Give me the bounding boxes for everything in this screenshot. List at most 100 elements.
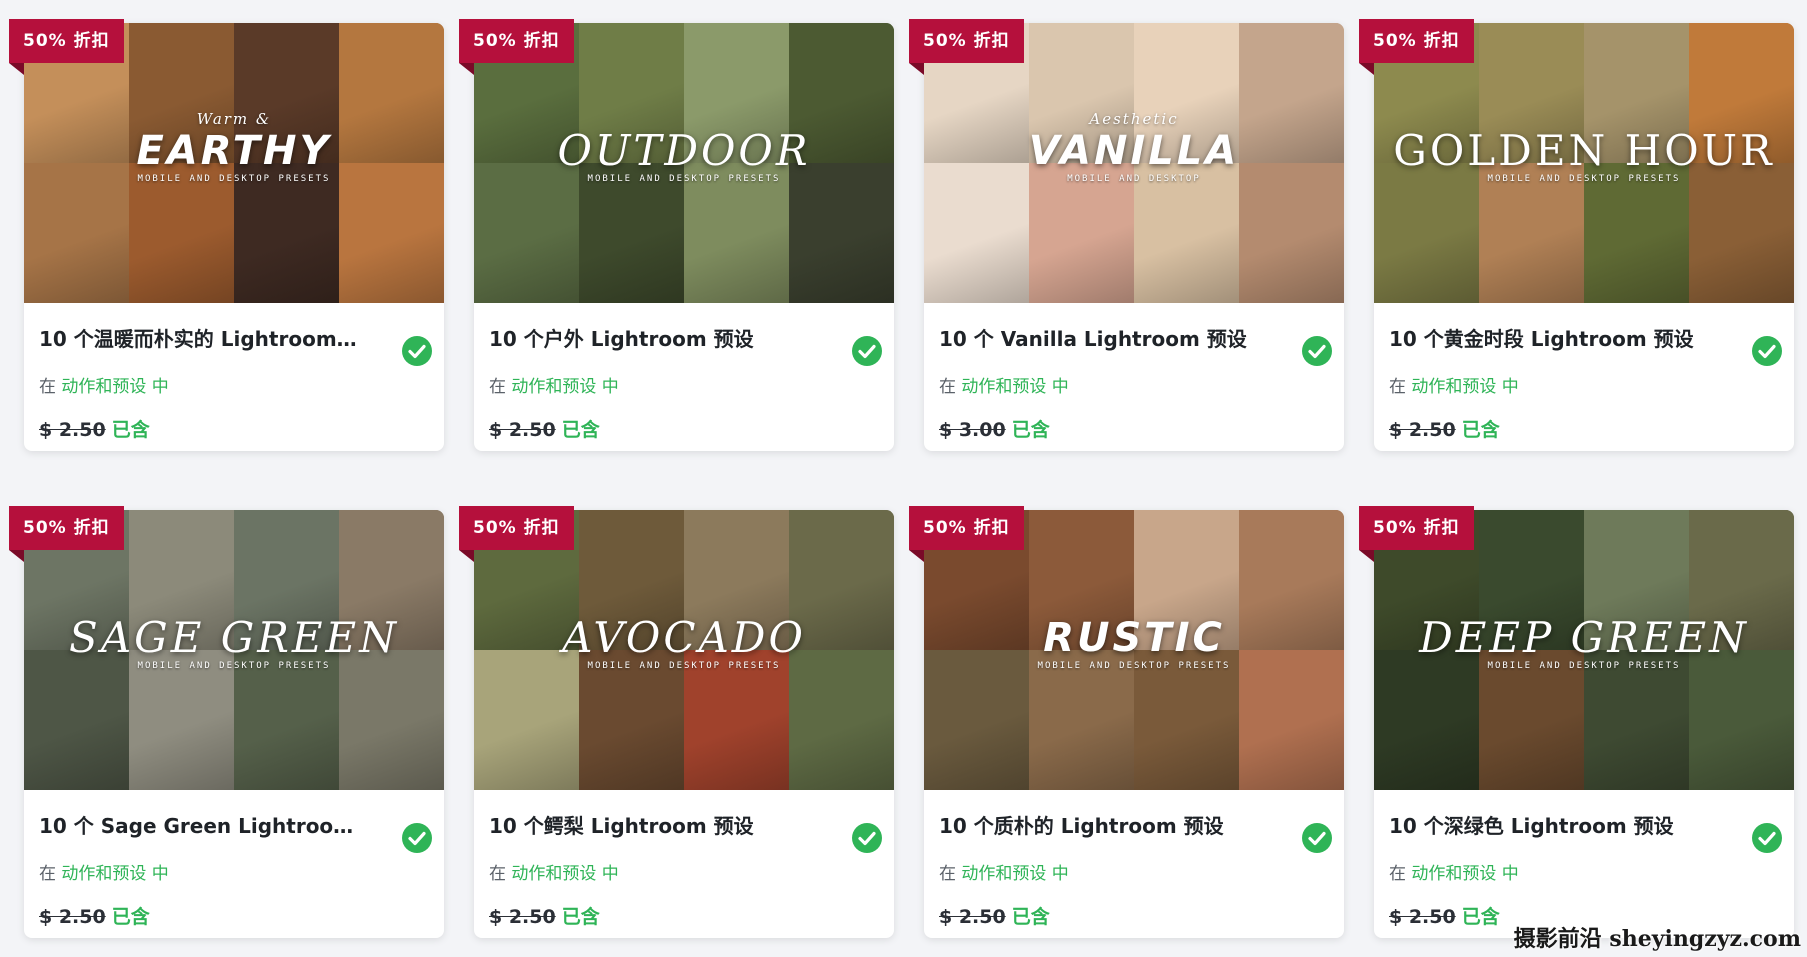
- product-category: 在 动作和预设 中: [939, 375, 1329, 399]
- photo-tile: [579, 650, 684, 790]
- photo-tile: [234, 163, 339, 303]
- product-price: $ 2.50 已含: [489, 417, 879, 443]
- product-card[interactable]: 50% 折扣 DEEP GREEN MOBILE AND DESKTOP PRE…: [1359, 506, 1794, 938]
- photo-tile: [1239, 163, 1344, 303]
- product-card[interactable]: 50% 折扣 OUTDOOR MOBILE AND DESKTOP PRESET…: [459, 19, 894, 451]
- card-info: 10 个户外 Lightroom 预设 在 动作和预设 中 $ 2.50 已含: [474, 325, 894, 443]
- category-link[interactable]: 动作和预设 中: [511, 377, 618, 397]
- product-thumbnail[interactable]: RUSTIC MOBILE AND DESKTOP PRESETS: [924, 510, 1344, 790]
- product-thumbnail[interactable]: AVOCADO MOBILE AND DESKTOP PRESETS: [474, 510, 894, 790]
- old-price: $ 3.00: [939, 419, 1006, 441]
- photo-tile: [1134, 23, 1239, 163]
- category-link[interactable]: 动作和预设 中: [511, 864, 618, 884]
- included-label: 已含: [111, 906, 150, 928]
- check-circle-icon: [852, 336, 882, 366]
- category-prefix: 在: [1389, 864, 1412, 884]
- photo-tile: [579, 510, 684, 650]
- check-circle-icon: [1752, 336, 1782, 366]
- product-price: $ 3.00 已含: [939, 417, 1329, 443]
- photo-tile: [129, 23, 234, 163]
- discount-badge: 50% 折扣: [909, 506, 1024, 562]
- photo-tile: [474, 650, 579, 790]
- photo-tile: [1584, 23, 1689, 163]
- photo-tile: [789, 23, 894, 163]
- card-info: 10 个黄金时段 Lightroom 预设 在 动作和预设 中 $ 2.50 已含: [1374, 325, 1794, 443]
- photo-tile: [339, 163, 444, 303]
- category-link[interactable]: 动作和预设 中: [61, 864, 168, 884]
- included-label: 已含: [111, 419, 150, 441]
- product-card[interactable]: 50% 折扣 GOLDEN HOUR MOBILE AND DESKTOP PR…: [1359, 19, 1794, 451]
- photo-tile: [1689, 23, 1794, 163]
- product-card[interactable]: 50% 折扣 AVOCADO MOBILE AND DESKTOP PRESET…: [459, 506, 894, 938]
- product-title[interactable]: 10 个深绿色 Lightroom 预设: [1389, 812, 1709, 840]
- product-thumbnail[interactable]: SAGE GREEN MOBILE AND DESKTOP PRESETS: [24, 510, 444, 790]
- category-prefix: 在: [489, 864, 512, 884]
- product-card[interactable]: 50% 折扣 SAGE GREEN MOBILE AND DESKTOP PRE…: [9, 506, 444, 938]
- product-category: 在 动作和预设 中: [489, 862, 879, 886]
- photo-tile: [1479, 163, 1584, 303]
- photo-tile: [339, 650, 444, 790]
- photo-tile: [924, 650, 1029, 790]
- photo-tile: [1584, 163, 1689, 303]
- category-link[interactable]: 动作和预设 中: [61, 377, 168, 397]
- photo-tile: [1029, 163, 1134, 303]
- category-link[interactable]: 动作和预设 中: [961, 864, 1068, 884]
- check-circle-icon: [402, 336, 432, 366]
- photo-tile: [339, 510, 444, 650]
- check-circle-icon: [402, 823, 432, 853]
- product-price: $ 2.50 已含: [39, 417, 429, 443]
- photo-tile: [789, 510, 894, 650]
- category-prefix: 在: [939, 377, 962, 397]
- product-title[interactable]: 10 个 Vanilla Lightroom 预设: [939, 325, 1259, 353]
- product-title[interactable]: 10 个户外 Lightroom 预设: [489, 325, 809, 353]
- photo-tile: [924, 163, 1029, 303]
- category-link[interactable]: 动作和预设 中: [1411, 864, 1518, 884]
- photo-tile: [1584, 650, 1689, 790]
- product-category: 在 动作和预设 中: [489, 375, 879, 399]
- product-grid: 50% 折扣 Warm & EARTHY MOBILE AND DESKTOP …: [9, 19, 1794, 938]
- included-label: 已含: [1461, 906, 1500, 928]
- old-price: $ 2.50: [1389, 419, 1456, 441]
- product-card[interactable]: 50% 折扣 RUSTIC MOBILE AND DESKTOP PRESETS…: [909, 506, 1344, 938]
- product-title[interactable]: 10 个黄金时段 Lightroom 预设: [1389, 325, 1709, 353]
- included-label: 已含: [1461, 419, 1500, 441]
- product-thumbnail[interactable]: Aesthetic VANILLA MOBILE AND DESKTOP: [924, 23, 1344, 303]
- product-thumbnail[interactable]: DEEP GREEN MOBILE AND DESKTOP PRESETS: [1374, 510, 1794, 790]
- included-label: 已含: [1011, 419, 1050, 441]
- product-title[interactable]: 10 个质朴的 Lightroom 预设: [939, 812, 1259, 840]
- product-price: $ 2.50 已含: [39, 904, 429, 930]
- photo-tile: [129, 650, 234, 790]
- product-card[interactable]: 50% 折扣 Aesthetic VANILLA MOBILE AND DESK…: [909, 19, 1344, 451]
- photo-tile: [789, 650, 894, 790]
- category-link[interactable]: 动作和预设 中: [1411, 377, 1518, 397]
- product-thumbnail[interactable]: Warm & EARTHY MOBILE AND DESKTOP PRESETS: [24, 23, 444, 303]
- card-info: 10 个温暖而朴实的 Lightroom ... 在 动作和预设 中 $ 2.5…: [24, 325, 444, 443]
- photo-tile: [684, 23, 789, 163]
- old-price: $ 2.50: [1389, 906, 1456, 928]
- photo-tile: [1689, 163, 1794, 303]
- photo-tile: [1239, 650, 1344, 790]
- product-title[interactable]: 10 个 Sage Green Lightroom ...: [39, 812, 359, 840]
- product-title[interactable]: 10 个鳄梨 Lightroom 预设: [489, 812, 809, 840]
- product-thumbnail[interactable]: GOLDEN HOUR MOBILE AND DESKTOP PRESETS: [1374, 23, 1794, 303]
- card-info: 10 个 Sage Green Lightroom ... 在 动作和预设 中 …: [24, 812, 444, 930]
- photo-tile: [474, 163, 579, 303]
- old-price: $ 2.50: [939, 906, 1006, 928]
- card-info: 10 个质朴的 Lightroom 预设 在 动作和预设 中 $ 2.50 已含: [924, 812, 1344, 930]
- card-info: 10 个深绿色 Lightroom 预设 在 动作和预设 中 $ 2.50 已含: [1374, 812, 1794, 930]
- category-link[interactable]: 动作和预设 中: [961, 377, 1068, 397]
- photo-tile: [339, 23, 444, 163]
- photo-tile: [1029, 650, 1134, 790]
- photo-tile: [24, 163, 129, 303]
- photo-tile: [1479, 23, 1584, 163]
- discount-badge: 50% 折扣: [1359, 506, 1474, 562]
- product-title[interactable]: 10 个温暖而朴实的 Lightroom ...: [39, 325, 359, 353]
- photo-tile: [1374, 650, 1479, 790]
- product-category: 在 动作和预设 中: [1389, 375, 1779, 399]
- photo-tile: [684, 510, 789, 650]
- photo-tile: [1134, 163, 1239, 303]
- product-thumbnail[interactable]: OUTDOOR MOBILE AND DESKTOP PRESETS: [474, 23, 894, 303]
- product-card[interactable]: 50% 折扣 Warm & EARTHY MOBILE AND DESKTOP …: [9, 19, 444, 451]
- category-prefix: 在: [1389, 377, 1412, 397]
- check-circle-icon: [1752, 823, 1782, 853]
